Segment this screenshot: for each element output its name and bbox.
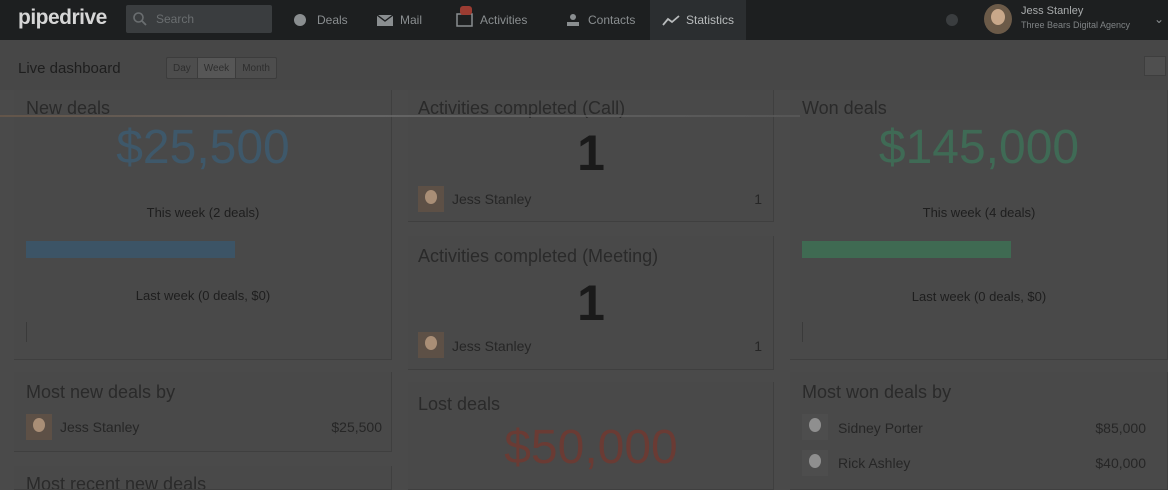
most-won-deals-user[interactable]: Sidney Porter: [838, 420, 923, 436]
most-won-deals-title: Most won deals by: [802, 382, 952, 402]
dollar-circle-icon: [294, 14, 306, 26]
new-deals-baseline-tick: [26, 322, 27, 342]
most-won-deals-value: $85,000: [1095, 420, 1146, 436]
calendar-icon: [456, 6, 474, 27]
nav-statistics-label: Statistics: [686, 13, 735, 27]
most-won-deals-user[interactable]: Rick Ashley: [838, 455, 910, 471]
activities-meeting-user-count: 1: [754, 338, 762, 354]
nav-statistics[interactable]: Statistics: [650, 0, 747, 40]
activities-meeting-title: Activities completed (Meeting): [418, 246, 659, 266]
won-deals-title: Won deals: [802, 98, 887, 118]
range-week-button[interactable]: Week: [197, 58, 237, 78]
avatar: [418, 332, 444, 358]
activities-call-count: 1: [577, 125, 605, 181]
nav-mail-label: Mail: [400, 13, 423, 27]
new-deals-last-week: Last week (0 deals, $0): [135, 288, 271, 303]
new-deals-this-week: This week (2 deals): [146, 205, 260, 220]
envelope-icon: [376, 14, 394, 26]
most-new-deals-user[interactable]: Jess Stanley: [60, 419, 139, 435]
most-won-deals-value: $40,000: [1095, 455, 1146, 471]
lost-deals-card: Lost deals $50,000: [408, 382, 774, 490]
pipedrive-logo[interactable]: pipedrive: [18, 6, 107, 30]
activities-count-badge: [460, 6, 472, 15]
activities-meeting-count: 1: [577, 275, 605, 331]
most-recent-new-deals-card: Most recent new deals: [14, 466, 392, 490]
search-icon: [133, 12, 147, 26]
user-avatar[interactable]: [984, 4, 1012, 34]
activities-call-user-count: 1: [754, 191, 762, 207]
most-recent-new-deals-title: Most recent new deals: [26, 474, 207, 490]
avatar: [26, 414, 52, 440]
top-navigation-bar: pipedrive Search Deals Mail Activities C…: [0, 0, 1168, 40]
nav-deals-label: Deals: [317, 13, 348, 27]
won-deals-progress-bar: [802, 241, 1011, 258]
activities-call-card: Activities completed (Call) 1 Jess Stanl…: [408, 90, 774, 222]
won-deals-last-week: Last week (0 deals, $0): [911, 289, 1047, 304]
highlight-line: [0, 115, 800, 117]
lost-deals-title: Lost deals: [418, 394, 501, 414]
notifications-icon[interactable]: [946, 14, 958, 26]
activities-meeting-card: Activities completed (Meeting) 1 Jess St…: [408, 236, 774, 370]
activities-call-user[interactable]: Jess Stanley: [452, 191, 531, 207]
won-deals-baseline-tick: [802, 322, 803, 342]
range-month-button[interactable]: Month: [236, 58, 276, 78]
nav-activities-label: Activities: [480, 13, 528, 27]
chevron-down-icon[interactable]: ⌄: [1154, 12, 1164, 26]
person-icon: [567, 14, 579, 26]
activities-meeting-user[interactable]: Jess Stanley: [452, 338, 531, 354]
nav-deals[interactable]: Deals: [293, 0, 348, 40]
new-deals-progress-bar: [26, 241, 235, 258]
trend-line-icon: [662, 15, 680, 26]
edit-dashboard-icon[interactable]: [1144, 56, 1166, 76]
user-organization: Three Bears Digital Agency: [1021, 20, 1131, 30]
new-deals-amount: $25,500: [116, 121, 290, 174]
user-name[interactable]: Jess Stanley: [1021, 5, 1083, 17]
time-range-selector: Day Week Month: [166, 57, 277, 79]
search-input[interactable]: Search: [126, 5, 272, 33]
most-new-deals-value: $25,500: [331, 419, 382, 435]
dashboard-title: Live dashboard: [18, 60, 121, 77]
won-deals-this-week: This week (4 deals): [922, 205, 1036, 220]
lost-deals-amount: $50,000: [504, 421, 678, 474]
search-placeholder: Search: [156, 12, 195, 26]
won-deals-card: Won deals $145,000 This week (4 deals) L…: [790, 90, 1168, 360]
nav-mail[interactable]: Mail: [376, 0, 422, 40]
nav-activities[interactable]: Activities: [456, 0, 527, 40]
most-won-deals-card: Most won deals by Sidney Porter $85,000 …: [790, 372, 1168, 490]
won-deals-amount: $145,000: [878, 121, 1080, 174]
avatar: [418, 186, 444, 212]
nav-contacts-label: Contacts: [588, 13, 636, 27]
most-new-deals-title: Most new deals by: [26, 382, 176, 402]
avatar: [802, 450, 828, 476]
range-day-button[interactable]: Day: [167, 58, 198, 78]
avatar: [802, 414, 828, 440]
new-deals-card: New deals $25,500 This week (2 deals) La…: [14, 90, 392, 360]
most-new-deals-card: Most new deals by Jess Stanley $25,500: [14, 372, 392, 452]
nav-contacts[interactable]: Contacts: [564, 0, 635, 40]
